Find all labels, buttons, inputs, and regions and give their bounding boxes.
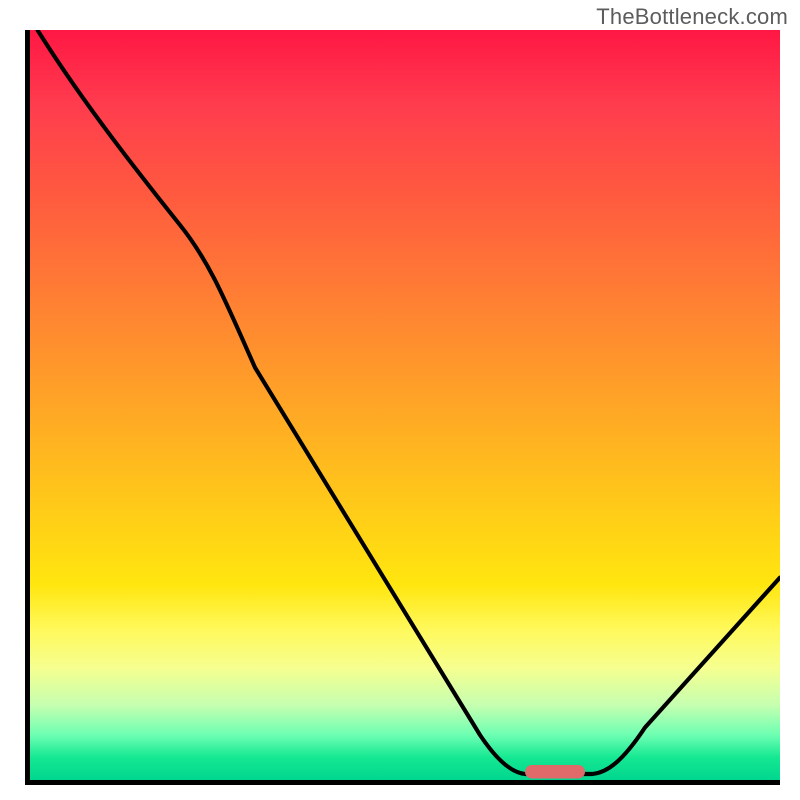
- optimum-marker: [525, 765, 585, 779]
- plot-area: [25, 30, 780, 785]
- plot-svg: [30, 30, 780, 780]
- bottleneck-curve: [38, 30, 781, 774]
- watermark-text: TheBottleneck.com: [596, 4, 788, 30]
- chart-container: TheBottleneck.com: [0, 0, 800, 800]
